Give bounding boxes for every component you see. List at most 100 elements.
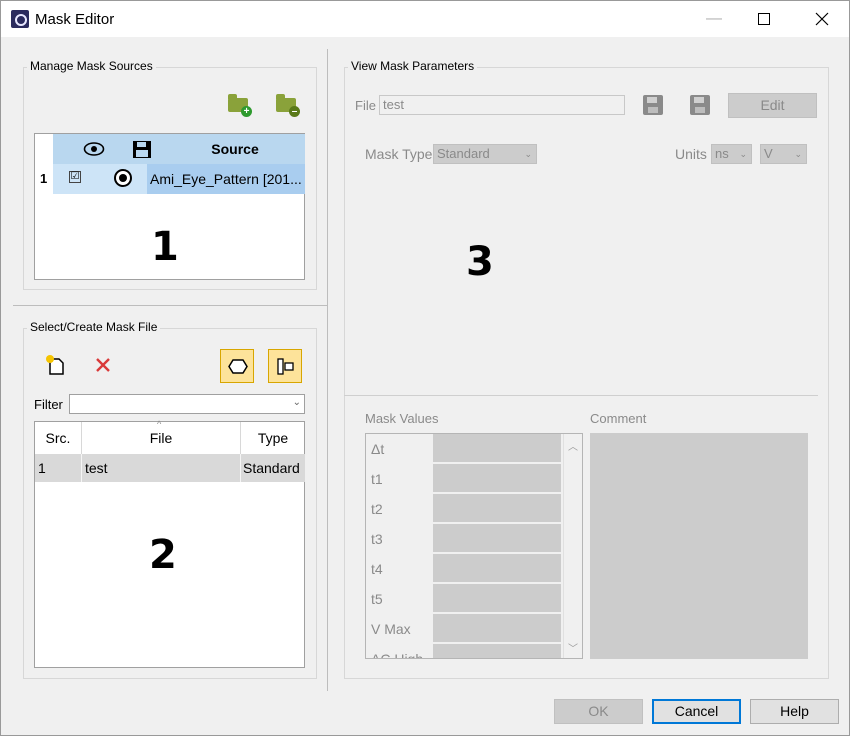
mask-type-combobox[interactable]: Standard ⌄ — [433, 144, 537, 164]
units-voltage-combobox[interactable]: V ⌄ — [760, 144, 807, 164]
delete-file-button[interactable] — [91, 354, 115, 376]
mask-value-row: AC High — [366, 644, 562, 659]
manage-mask-sources-title: Manage Mask Sources — [27, 59, 156, 73]
ellipse-shape-button[interactable] — [220, 349, 254, 383]
region-marker-2: 2 — [149, 532, 177, 578]
mask-value-label: t1 — [371, 471, 383, 487]
mask-value-label: Δt — [371, 441, 385, 457]
mask-values-scrollbar[interactable]: ︿ ﹀ — [563, 434, 582, 658]
comment-label: Comment — [590, 411, 647, 426]
mask-value-cell[interactable] — [433, 614, 561, 643]
folder-remove-icon: – — [276, 94, 300, 117]
parameters-divider — [344, 395, 818, 396]
close-icon — [815, 12, 829, 26]
mask-value-row: V Max — [366, 614, 562, 644]
src-column-header[interactable]: Src. — [35, 422, 82, 454]
scroll-down-icon[interactable]: ﹀ — [568, 640, 578, 655]
file-column-header[interactable]: File — [82, 422, 241, 454]
new-file-icon — [46, 355, 64, 375]
mask-value-cell[interactable] — [433, 554, 561, 583]
units-label: Units — [675, 146, 707, 162]
mask-value-label: AC High — [371, 651, 424, 659]
source-save-radio[interactable] — [114, 169, 132, 187]
region-marker-1: 1 — [151, 224, 179, 270]
file-row-type[interactable]: Standard — [241, 454, 305, 482]
save-file-icon[interactable] — [643, 95, 663, 115]
mask-value-cell[interactable] — [433, 644, 561, 658]
chevron-down-icon: ⌄ — [739, 149, 747, 159]
mask-value-row: Δt — [366, 434, 562, 464]
mask-value-cell[interactable] — [433, 434, 561, 463]
mask-value-cell[interactable] — [433, 524, 561, 553]
mask-type-label: Mask Type — [365, 146, 433, 162]
sources-table-header: Source — [53, 134, 305, 164]
minimize-button[interactable]: — — [691, 1, 737, 37]
remove-source-button[interactable]: – — [274, 94, 300, 117]
file-row-name[interactable]: test — [82, 454, 241, 482]
title-bar: Mask Editor — — [1, 1, 849, 37]
file-name-field[interactable]: test — [379, 95, 625, 115]
app-icon — [11, 10, 29, 28]
mask-value-label: t4 — [371, 561, 383, 577]
mask-value-cell[interactable] — [433, 494, 561, 523]
chevron-down-icon: ⌄ — [292, 397, 301, 408]
scroll-up-icon[interactable]: ︿ — [568, 438, 578, 453]
units-voltage-value: V — [764, 146, 773, 161]
ok-button[interactable]: OK — [554, 699, 643, 724]
file-row-src[interactable]: 1 — [35, 454, 82, 482]
save-as-file-icon[interactable] — [690, 95, 710, 115]
source-name-cell[interactable]: Ami_Eye_Pattern [201... — [147, 164, 305, 194]
mask-value-cell[interactable] — [433, 464, 561, 493]
source-visible-checkbox[interactable]: ☑ — [69, 171, 81, 183]
mask-value-label: V Max — [371, 621, 411, 637]
chevron-down-icon: ⌄ — [794, 149, 802, 159]
maximize-button[interactable] — [741, 1, 787, 37]
mask-value-label: t3 — [371, 531, 383, 547]
mask-files-table: Src. File ^ Type 1 test Standard 2 — [34, 419, 305, 668]
save-icon[interactable] — [132, 140, 152, 159]
file-label: File — [355, 98, 376, 113]
help-button[interactable]: Help — [750, 699, 839, 724]
chevron-down-icon: ⌄ — [524, 149, 532, 159]
source-row-number: 1 — [35, 164, 53, 194]
mask-value-cell[interactable] — [433, 584, 561, 613]
source-column-header[interactable]: Source — [165, 134, 305, 164]
view-mask-parameters-title: View Mask Parameters — [348, 59, 478, 73]
mask-type-value: Standard — [437, 146, 490, 161]
region-marker-3: 3 — [466, 239, 494, 285]
new-file-button[interactable] — [43, 354, 67, 376]
units-time-value: ns — [715, 146, 729, 161]
vertical-splitter[interactable] — [327, 49, 328, 691]
delete-icon — [96, 358, 110, 372]
edit-button[interactable]: Edit — [728, 93, 817, 118]
mask-value-row: t4 — [366, 554, 562, 584]
units-time-combobox[interactable]: ns ⌄ — [711, 144, 752, 164]
mask-values-label: Mask Values — [365, 411, 439, 426]
rectangles-icon — [277, 358, 294, 375]
sort-indicator-icon: ^ — [157, 419, 162, 429]
mask-value-label: t2 — [371, 501, 383, 517]
mask-value-row: t3 — [366, 524, 562, 554]
add-source-button[interactable]: + — [226, 94, 252, 117]
folder-add-icon: + — [228, 94, 252, 117]
select-create-mask-file-title: Select/Create Mask File — [27, 320, 161, 334]
cancel-button[interactable]: Cancel — [652, 699, 741, 724]
maximize-icon — [758, 13, 770, 25]
mask-editor-window: Mask Editor — Manage Mask Sources + – So… — [0, 0, 850, 736]
mask-value-row: t2 — [366, 494, 562, 524]
mask-values-table: Δt t1 t2 t3 t4 t5 V Max AC High ︿ ﹀ — [365, 433, 583, 659]
hexagon-icon — [228, 359, 248, 374]
window-title: Mask Editor — [35, 11, 115, 28]
mask-sources-table: Source 1 ☑ Ami_Eye_Pattern [201... 1 — [34, 133, 305, 280]
comment-field[interactable] — [590, 433, 808, 659]
mask-value-label: t5 — [371, 591, 383, 607]
horizontal-splitter[interactable] — [13, 305, 327, 306]
mask-value-row: t1 — [366, 464, 562, 494]
rectangle-shape-button[interactable] — [268, 349, 302, 383]
mask-value-row: t5 — [366, 584, 562, 614]
type-column-header[interactable]: Type — [241, 422, 305, 454]
filter-combobox[interactable]: ⌄ — [69, 394, 305, 414]
eye-icon[interactable] — [83, 141, 105, 157]
filter-label: Filter — [34, 397, 63, 412]
close-button[interactable] — [799, 1, 845, 37]
